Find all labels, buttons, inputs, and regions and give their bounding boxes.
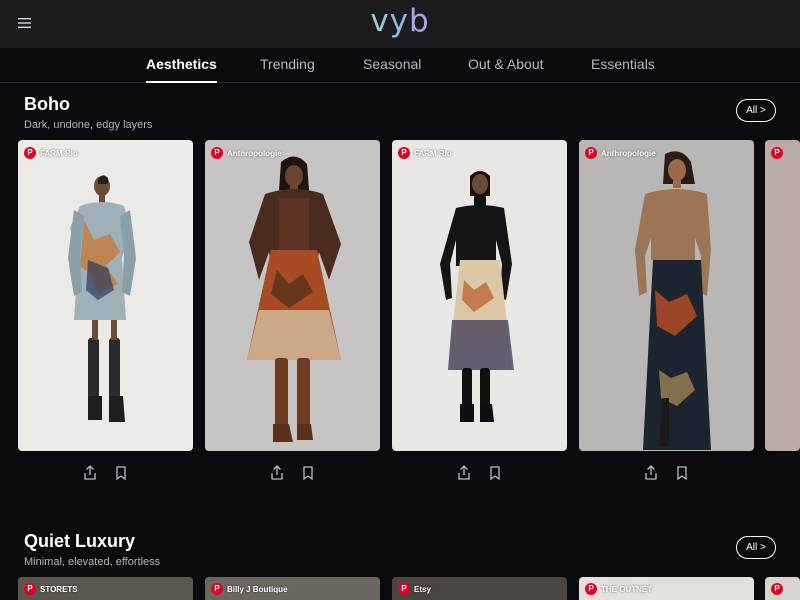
tab-seasonal[interactable]: Seasonal	[363, 56, 421, 83]
pinterest-icon: P	[24, 583, 36, 595]
pinterest-icon: P	[398, 147, 410, 159]
share-icon[interactable]	[644, 465, 658, 481]
product-card[interactable]: P	[765, 140, 800, 451]
source-label: FARM Rio	[414, 148, 452, 158]
product-card[interactable]: P STORETS	[18, 577, 193, 600]
share-icon[interactable]	[457, 465, 471, 481]
tab-trending[interactable]: Trending	[260, 56, 315, 83]
product-source: P FARM Rio	[398, 146, 452, 160]
section-subtitle: Dark, undone, edgy layers	[24, 119, 153, 131]
bookmark-icon[interactable]	[488, 465, 502, 481]
product-card[interactable]: P Etsy	[392, 577, 567, 600]
tab-essentials[interactable]: Essentials	[591, 56, 655, 83]
pinterest-icon: P	[771, 583, 783, 595]
product-card[interactable]: P Billy J Boutique	[205, 577, 380, 600]
share-icon[interactable]	[83, 465, 97, 481]
source-label: STORETS	[40, 584, 78, 594]
see-all-button[interactable]: All >	[736, 99, 776, 122]
pinterest-icon: P	[211, 147, 223, 159]
product-card[interactable]: P Anthropologie	[205, 140, 380, 451]
product-card[interactable]: P FARM Rio	[392, 140, 567, 451]
section-title: Quiet Luxury	[24, 531, 136, 551]
source-label: Anthropologie	[601, 148, 656, 158]
product-source: P Billy J Boutique	[211, 582, 287, 596]
product-image	[765, 140, 800, 451]
category-tabs: Aesthetics Trending Seasonal Out & About…	[0, 48, 800, 83]
pinterest-icon: P	[24, 147, 36, 159]
product-source: P THE OUTNET	[585, 582, 652, 596]
source-label: THE OUTNET	[601, 584, 653, 594]
app-logo: vyb	[370, 3, 430, 39]
product-source: P Anthropologie	[585, 146, 656, 160]
pinterest-icon: P	[585, 147, 597, 159]
product-source: P STORETS	[24, 582, 78, 596]
product-source: P Etsy	[398, 582, 431, 596]
product-image	[392, 140, 567, 451]
section-title: Boho	[24, 94, 70, 114]
product-image	[18, 140, 193, 451]
share-icon[interactable]	[270, 465, 284, 481]
pinterest-icon: P	[585, 583, 597, 595]
product-image	[205, 140, 380, 451]
tab-out-and-about[interactable]: Out & About	[468, 56, 544, 83]
pinterest-icon: P	[771, 147, 783, 159]
section-subtitle: Minimal, elevated, effortless	[24, 556, 161, 568]
bookmark-icon[interactable]	[301, 465, 315, 481]
top-bar: vyb	[0, 0, 800, 48]
see-all-button[interactable]: All >	[736, 536, 776, 559]
source-label: Anthropologie	[227, 148, 282, 158]
product-source: P	[771, 146, 787, 160]
card-actions-row	[0, 465, 800, 481]
product-card[interactable]: P Anthropologie	[579, 140, 754, 451]
product-card[interactable]: P THE OUTNET	[579, 577, 754, 600]
product-source: P	[771, 582, 787, 596]
section-boho: Boho Dark, undone, edgy layers All > P F…	[0, 94, 800, 494]
tab-aesthetics[interactable]: Aesthetics	[146, 56, 217, 83]
product-source: P Anthropologie	[211, 146, 282, 160]
product-source: P FARM Rio	[24, 146, 78, 160]
bookmark-icon[interactable]	[675, 465, 689, 481]
source-label: FARM Rio	[40, 148, 78, 158]
pinterest-icon: P	[211, 583, 223, 595]
product-card[interactable]: P	[765, 577, 800, 600]
section-quiet-luxury: Quiet Luxury Minimal, elevated, effortle…	[0, 531, 800, 600]
bookmark-icon[interactable]	[114, 465, 128, 481]
pinterest-icon: P	[398, 583, 410, 595]
source-label: Etsy	[414, 584, 431, 594]
product-card[interactable]: P FARM Rio	[18, 140, 193, 451]
product-image	[579, 140, 754, 451]
source-label: Billy J Boutique	[227, 584, 288, 594]
hamburger-menu-icon[interactable]	[17, 15, 33, 31]
